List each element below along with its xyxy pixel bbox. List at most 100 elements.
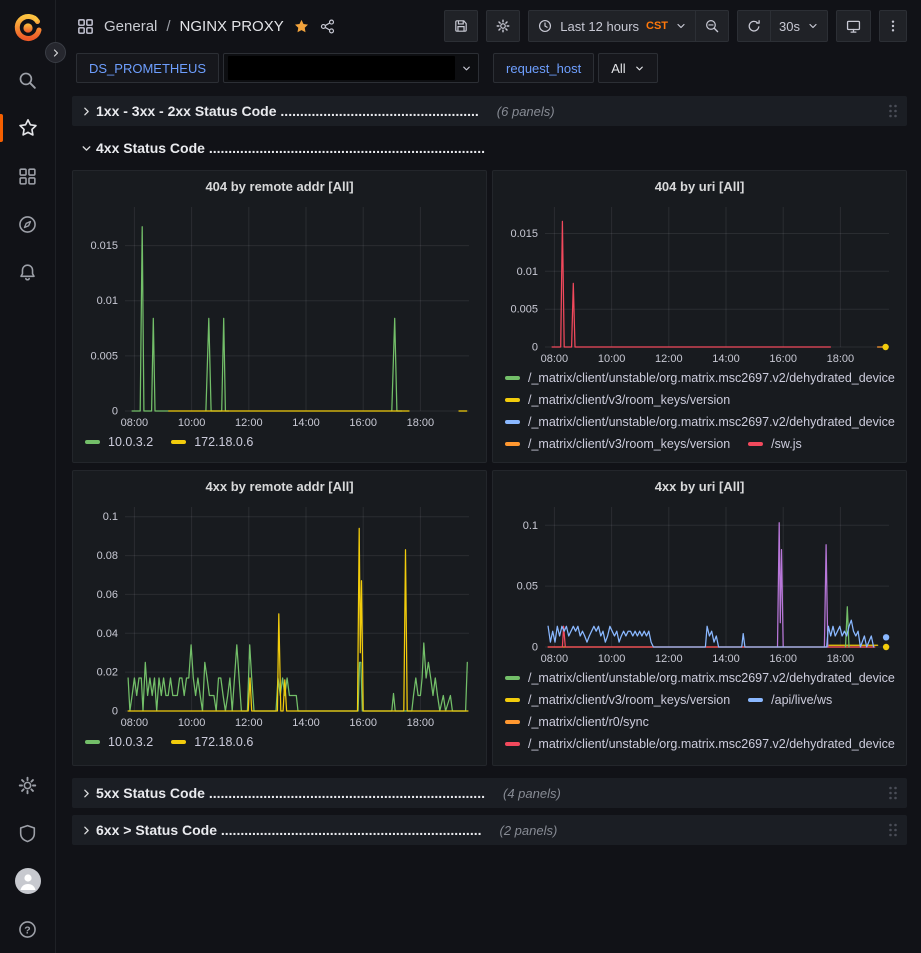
legend-item[interactable]: /sw.js [748,437,802,451]
svg-text:16:00: 16:00 [349,717,377,729]
row-title: 5xx Status Code ........................… [96,785,485,801]
legend-swatch-icon [748,698,763,702]
sidebar-item-alerting[interactable] [0,248,55,296]
breadcrumb-folder[interactable]: General [104,18,157,35]
panel-title[interactable]: 4xx by uri [All] [501,475,898,499]
share-icon[interactable] [319,18,336,35]
row-panel-count: (4 panels) [503,786,561,801]
request-host-variable-value[interactable]: All [598,53,657,83]
zoom-out-time-button[interactable] [695,11,728,41]
legend-label: /_matrix/client/unstable/org.matrix.msc2… [528,415,895,429]
legend-item[interactable]: 10.0.3.2 [85,435,153,449]
legend-label: 10.0.3.2 [108,735,153,749]
time-range-picker[interactable]: Last 12 hours CST [529,11,695,41]
legend-swatch-icon [505,676,520,680]
legend-label: /_matrix/client/unstable/org.matrix.msc2… [528,737,895,751]
datasource-variable-select[interactable] [223,53,479,83]
row-1xx-3xx-2xx[interactable]: 1xx - 3xx - 2xx Status Code ............… [72,96,907,126]
profile-avatar [15,868,41,894]
timeseries-chart[interactable]: 08:0010:0012:0014:0016:0018:0000.050.1 [501,499,898,667]
legend-item[interactable]: 10.0.3.2 [85,735,153,749]
row-drag-handle-icon[interactable] [887,103,899,119]
monitor-icon [845,18,862,35]
row-drag-handle-icon[interactable] [887,822,899,838]
sidebar-item-search[interactable] [0,56,55,104]
row-drag-handle-icon[interactable] [887,785,899,801]
save-icon [453,18,469,34]
legend-item[interactable]: /_matrix/client/unstable/org.matrix.msc2… [505,671,895,685]
sidebar-item-starred[interactable] [0,104,55,152]
alerting-bell-icon [17,262,38,283]
legend-item[interactable]: /_matrix/client/v3/room_keys/version [505,693,730,707]
request-host-variable-label[interactable]: request_host [493,53,594,83]
row-title: 1xx - 3xx - 2xx Status Code ............… [96,103,479,119]
dashboard-settings-button[interactable] [487,11,519,41]
panel-title[interactable]: 404 by uri [All] [501,175,898,199]
row-5xx[interactable]: 5xx Status Code ........................… [72,778,907,808]
legend-label: /_matrix/client/r0/sync [528,715,649,729]
chevron-right-icon [76,788,96,799]
timeseries-chart[interactable]: 08:0010:0012:0014:0016:0018:0000.0050.01… [501,199,898,367]
legend-item[interactable]: /_matrix/client/v3/room_keys/version [505,437,730,451]
caret-down-icon [461,63,472,74]
row-4xx-header[interactable]: 4xx Status Code ........................… [72,134,907,162]
legend-swatch-icon [505,420,520,424]
timeseries-chart[interactable]: 08:0010:0012:0014:0016:0018:0000.0050.01… [81,199,478,431]
sidebar-item-dashboards[interactable] [0,152,55,200]
chevron-down-icon [807,20,819,32]
svg-text:0.02: 0.02 [97,667,118,679]
sidebar-item-explore[interactable] [0,200,55,248]
refresh-button[interactable] [738,11,770,41]
legend-item[interactable]: /_matrix/client/r0/sync [505,715,649,729]
sidebar-item-server-admin[interactable] [0,809,55,857]
svg-text:0.005: 0.005 [90,350,118,362]
panel-title[interactable]: 4xx by remote addr [All] [81,475,478,499]
svg-text:08:00: 08:00 [121,417,149,429]
row-panel-count: (2 panels) [500,823,558,838]
legend-label: /sw.js [771,437,802,451]
header-actions: Last 12 hours CST 30s [444,10,907,42]
legend-item[interactable]: /_matrix/client/v3/room_keys/version [505,393,730,407]
legend-label: 172.18.0.6 [194,435,253,449]
tv-mode-button[interactable] [837,11,870,41]
explore-compass-icon [17,214,38,235]
sidebar-item-settings[interactable] [0,761,55,809]
more-options-button[interactable] [880,11,906,41]
datasource-variable-label[interactable]: DS_PROMETHEUS [76,53,219,83]
favorite-star-icon[interactable] [293,18,310,35]
chevron-right-icon [76,825,96,836]
legend-item[interactable]: /_matrix/client/unstable/org.matrix.msc2… [505,415,895,429]
sidebar-expand-button[interactable] [45,42,66,63]
refresh-interval-picker[interactable]: 30s [770,11,827,41]
panel-title[interactable]: 404 by remote addr [All] [81,175,478,199]
legend-item[interactable]: /api/live/ws [748,693,832,707]
legend-item[interactable]: 172.18.0.6 [171,435,253,449]
svg-text:0.1: 0.1 [523,520,538,532]
sidebar-item-help[interactable]: ? [0,905,55,953]
panel-404-by-uri: 404 by uri [All] 08:0010:0012:0014:0016:… [492,170,907,463]
legend-label: /_matrix/client/v3/room_keys/version [528,437,730,451]
timeseries-chart[interactable]: 08:0010:0012:0014:0016:0018:0000.020.040… [81,499,478,731]
request-host-value-text: All [611,61,625,76]
svg-text:10:00: 10:00 [598,353,626,365]
legend-swatch-icon [505,720,520,724]
row-6xx[interactable]: 6xx > Status Code ......................… [72,815,907,845]
legend-item[interactable]: /_matrix/client/unstable/org.matrix.msc2… [505,737,895,751]
legend-item[interactable]: /_matrix/client/unstable/org.matrix.msc2… [505,371,895,385]
save-dashboard-button[interactable] [445,11,477,41]
sidebar-item-profile[interactable] [0,857,55,905]
legend-item[interactable]: 172.18.0.6 [171,735,253,749]
legend-swatch-icon [85,740,100,744]
svg-text:14:00: 14:00 [292,417,320,429]
breadcrumb: General / NGINX PROXY [76,17,336,36]
datasource-variable-value-redacted [228,56,455,80]
svg-text:0.1: 0.1 [103,511,118,523]
svg-text:0: 0 [112,406,118,418]
svg-text:14:00: 14:00 [292,717,320,729]
svg-text:16:00: 16:00 [349,417,377,429]
legend-swatch-icon [505,698,520,702]
panel-4xx-by-remote-addr: 4xx by remote addr [All] 08:0010:0012:00… [72,470,487,766]
legend-swatch-icon [505,398,520,402]
breadcrumb-dashboard-title[interactable]: NGINX PROXY [180,18,284,35]
grafana-app: ? General / NGINX PROXY [0,0,921,953]
